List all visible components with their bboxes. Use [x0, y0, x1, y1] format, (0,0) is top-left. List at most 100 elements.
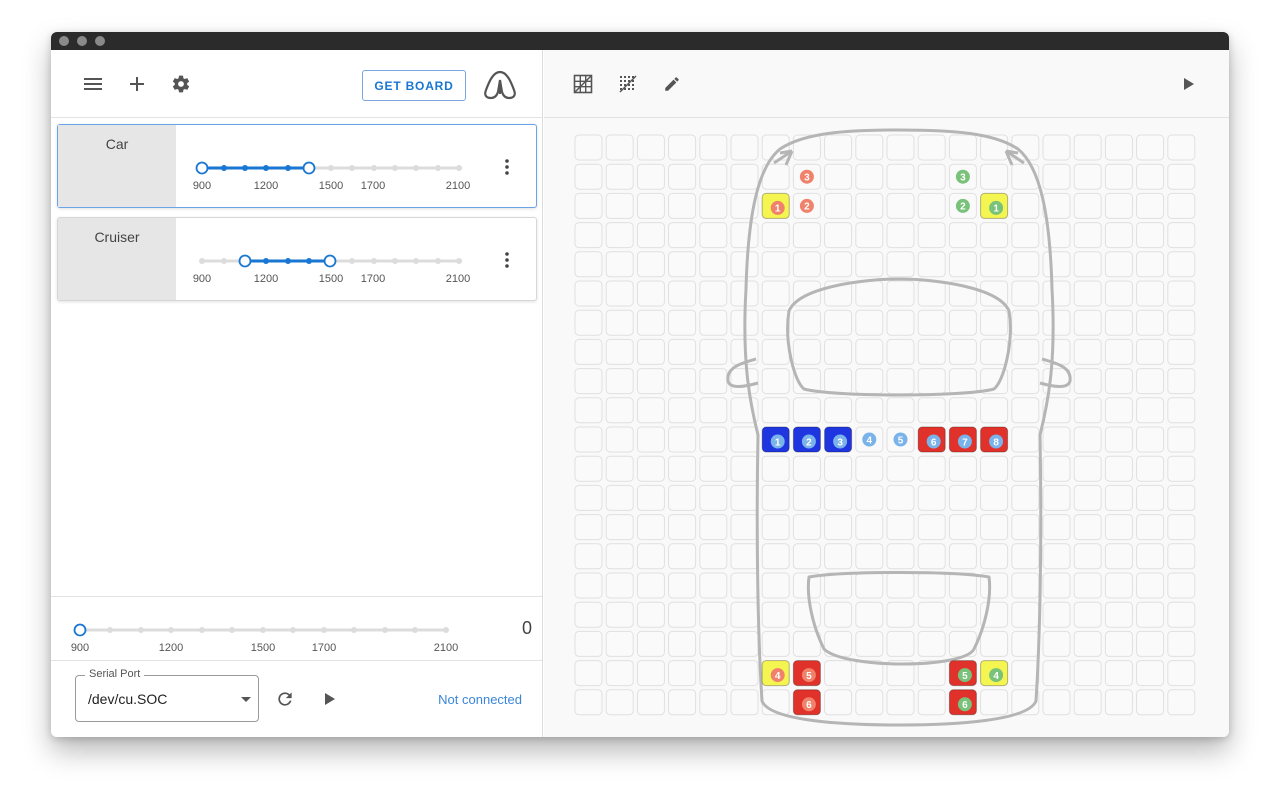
grid-cell[interactable] [948, 543, 977, 570]
grid-cell[interactable] [917, 484, 946, 511]
grid-cell[interactable] [948, 514, 977, 541]
grid-cell[interactable] [886, 222, 915, 249]
grid-cell[interactable] [948, 455, 977, 482]
grid-cell[interactable] [1011, 368, 1040, 395]
grid-cell[interactable] [605, 630, 634, 657]
grid-cell[interactable] [1011, 397, 1040, 424]
grid-cell[interactable] [855, 163, 884, 190]
grid-cell[interactable] [699, 572, 728, 599]
grid-cell[interactable] [605, 484, 634, 511]
grid-cell[interactable] [730, 543, 759, 570]
grid-cell[interactable] [636, 543, 665, 570]
grid-cell[interactable] [917, 309, 946, 336]
grid-cell[interactable] [668, 660, 697, 687]
grid-cell[interactable] [1073, 455, 1102, 482]
grid-cell[interactable] [1042, 280, 1071, 307]
grid-cell[interactable] [855, 280, 884, 307]
grid-cell[interactable] [699, 426, 728, 453]
grid-cell[interactable] [1167, 397, 1196, 424]
grid-cell[interactable] [699, 192, 728, 219]
grid-cell[interactable] [574, 689, 603, 716]
grid-cell[interactable] [668, 192, 697, 219]
grid-cell[interactable] [792, 543, 821, 570]
grid-cell[interactable] [855, 455, 884, 482]
grid-cell[interactable] [668, 455, 697, 482]
grid-cell[interactable] [1136, 309, 1165, 336]
grid-cell[interactable] [1042, 455, 1071, 482]
grid-cell[interactable] [855, 222, 884, 249]
grid-cell[interactable] [1167, 484, 1196, 511]
grid-cell[interactable] [824, 309, 853, 336]
grid-cell[interactable] [605, 543, 634, 570]
grid-cell[interactable] [886, 134, 915, 161]
grid-cell[interactable] [574, 543, 603, 570]
connect-play-icon[interactable] [317, 686, 343, 712]
grid-cell[interactable] [605, 426, 634, 453]
grid-cell[interactable] [824, 192, 853, 219]
pencil-icon[interactable] [659, 71, 685, 97]
range-end-handle[interactable] [302, 161, 316, 175]
serial-port-select[interactable]: Serial Port /dev/cu.SOC [75, 668, 259, 722]
grid-cell[interactable] [948, 572, 977, 599]
grid-cell[interactable] [917, 280, 946, 307]
grid-cell[interactable] [730, 660, 759, 687]
grid-cell[interactable] [1104, 280, 1133, 307]
grid-cell[interactable] [605, 309, 634, 336]
grid-cell[interactable] [668, 630, 697, 657]
grid-cell[interactable] [792, 484, 821, 511]
grid-cell[interactable] [730, 368, 759, 395]
grid-cell[interactable] [792, 630, 821, 657]
grid-cell[interactable] [917, 397, 946, 424]
grid-cell[interactable] [1167, 689, 1196, 716]
grid-cell[interactable] [699, 251, 728, 278]
grid-cell[interactable] [1104, 630, 1133, 657]
grid-cell[interactable] [1042, 134, 1071, 161]
grid-cell[interactable] [792, 309, 821, 336]
grid-cell[interactable] [1042, 309, 1071, 336]
grid-cell[interactable] [574, 192, 603, 219]
grid-cell[interactable] [1104, 689, 1133, 716]
more-vert-icon[interactable] [504, 159, 510, 175]
grid-cell[interactable] [668, 134, 697, 161]
grid-cell[interactable] [668, 543, 697, 570]
grid-cell[interactable] [636, 338, 665, 365]
grid-cell[interactable] [1073, 660, 1102, 687]
grid-cell[interactable] [730, 689, 759, 716]
grid-cell[interactable] [855, 338, 884, 365]
range-end-handle[interactable] [323, 254, 337, 268]
grid-cell[interactable] [1011, 660, 1040, 687]
grid-cell[interactable] [761, 309, 790, 336]
grid-cell[interactable] [917, 192, 946, 219]
grid-cell[interactable] [1136, 163, 1165, 190]
refresh-icon[interactable] [272, 686, 298, 712]
profile-card-cruiser[interactable]: Cruiser 900 1200 1500 1700 2100 [57, 217, 537, 301]
grid-cell[interactable] [917, 543, 946, 570]
grid-cell[interactable] [1167, 543, 1196, 570]
grid-cell[interactable] [668, 163, 697, 190]
grid-cell[interactable] [917, 163, 946, 190]
grid-cell[interactable] [1042, 572, 1071, 599]
grid-cell[interactable] [699, 543, 728, 570]
grid-cell[interactable] [699, 163, 728, 190]
grid-cell[interactable] [1042, 484, 1071, 511]
grid-cell[interactable] [886, 572, 915, 599]
grid-cell[interactable] [1011, 309, 1040, 336]
grid-cell[interactable] [886, 251, 915, 278]
grid-cell[interactable] [824, 397, 853, 424]
grid-cell[interactable] [761, 251, 790, 278]
grid-cell[interactable] [855, 601, 884, 628]
grid-cell[interactable] [1073, 601, 1102, 628]
grid-cell[interactable] [574, 630, 603, 657]
grid-cell[interactable] [605, 601, 634, 628]
more-vert-icon[interactable] [504, 252, 510, 268]
grid-cell[interactable] [917, 514, 946, 541]
grid-cell[interactable] [761, 572, 790, 599]
grid-cell[interactable] [886, 338, 915, 365]
grid-cell[interactable] [824, 338, 853, 365]
grid-cell[interactable] [1136, 280, 1165, 307]
grid-cell[interactable] [855, 630, 884, 657]
grid-cell[interactable] [1073, 572, 1102, 599]
grid-cell[interactable] [886, 630, 915, 657]
board-grid[interactable]: 3 1 2 3 2 1 1 2 3 4 5 6 7 8 4 5 6 5 4 6 [544, 119, 1229, 737]
grid-cell[interactable] [824, 455, 853, 482]
